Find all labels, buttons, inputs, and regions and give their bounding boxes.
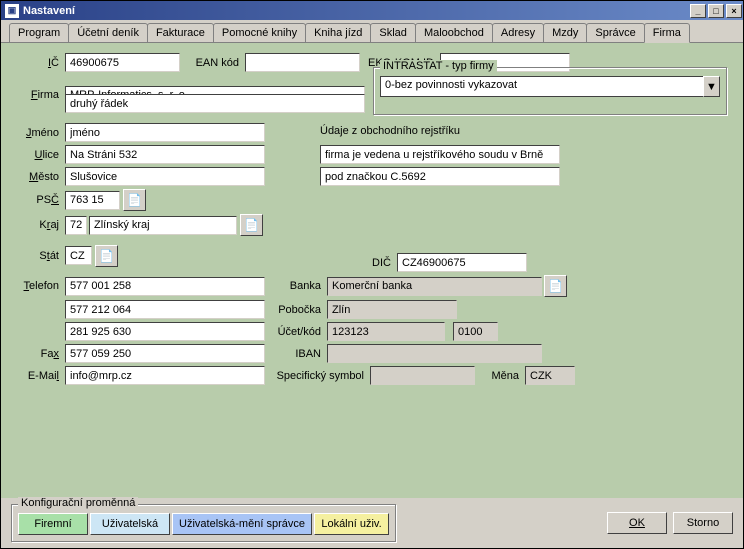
- titlebar: ▣ Nastavení _ □ ×: [1, 1, 743, 20]
- tab-spravce[interactable]: Správce: [586, 23, 644, 43]
- obch2-input[interactable]: [320, 167, 560, 186]
- banka-lookup-button[interactable]: 📄: [544, 275, 567, 297]
- kraj-lookup-button[interactable]: 📄: [240, 214, 263, 236]
- email-input[interactable]: [65, 366, 265, 385]
- fax-input[interactable]: [65, 344, 265, 363]
- pobocka-input[interactable]: [327, 300, 457, 319]
- tel2-input[interactable]: [65, 300, 265, 319]
- lokalni-button[interactable]: Lokální uživ.: [314, 513, 389, 535]
- label-stat: Stát: [15, 250, 65, 262]
- label-ean: EAN kód: [180, 57, 245, 69]
- label-ulice: Ulice: [15, 149, 65, 161]
- kraj-input[interactable]: [89, 216, 237, 235]
- dic-input[interactable]: [397, 253, 527, 272]
- uzivatelska-button[interactable]: Uživatelská: [90, 513, 170, 535]
- ucet-input[interactable]: [327, 322, 445, 341]
- psc-input[interactable]: [65, 191, 120, 210]
- dropdown-icon[interactable]: ▼: [703, 76, 720, 97]
- jmeno-input[interactable]: [65, 123, 265, 142]
- intrastat-value: 0-bez povinnosti vykazovat: [380, 76, 703, 97]
- maximize-button[interactable]: □: [708, 4, 724, 18]
- ucet-kod-input[interactable]: [453, 322, 498, 341]
- app-icon: ▣: [5, 4, 19, 18]
- tab-pomocne-knihy[interactable]: Pomocné knihy: [213, 23, 306, 43]
- tab-ucetni-denik[interactable]: Účetní deník: [68, 23, 148, 43]
- banka-input[interactable]: [327, 277, 542, 296]
- tab-program[interactable]: Program: [9, 23, 69, 43]
- label-iban: IBAN: [265, 348, 327, 360]
- firemni-button[interactable]: Firemní: [18, 513, 88, 535]
- mesto-input[interactable]: [65, 167, 265, 186]
- label-email: E-Mail: [15, 370, 65, 382]
- label-dic: DIČ: [337, 257, 397, 269]
- tab-sklad[interactable]: Sklad: [370, 23, 416, 43]
- storno-button[interactable]: Storno: [673, 512, 733, 534]
- label-mena: Měna: [475, 370, 525, 382]
- settings-window: ▣ Nastavení _ □ × Program Účetní deník F…: [0, 0, 744, 549]
- stat-input[interactable]: [65, 246, 92, 265]
- label-ic: IČ: [15, 57, 65, 69]
- tel3-input[interactable]: [65, 322, 265, 341]
- mena-input[interactable]: [525, 366, 575, 385]
- label-kraj: Kraj: [15, 219, 65, 231]
- iban-input[interactable]: [327, 344, 542, 363]
- minimize-button[interactable]: _: [690, 4, 706, 18]
- label-banka: Banka: [265, 280, 327, 292]
- tel1-input[interactable]: [65, 277, 265, 296]
- tab-adresy[interactable]: Adresy: [492, 23, 544, 43]
- label-jmeno: Jméno: [15, 127, 65, 139]
- firma2-input[interactable]: [65, 94, 365, 113]
- label-ucet: Účet/kód: [265, 326, 327, 338]
- label-psc: PSČ: [15, 194, 65, 206]
- label-telefon: Telefon: [15, 280, 65, 292]
- specsym-input[interactable]: [370, 366, 475, 385]
- label-fax: Fax: [15, 348, 65, 360]
- ean-input[interactable]: [245, 53, 360, 72]
- ok-button[interactable]: OK: [607, 512, 667, 534]
- tab-fakturace[interactable]: Fakturace: [147, 23, 214, 43]
- tab-maloobchod[interactable]: Maloobchod: [415, 23, 493, 43]
- intrastat-select[interactable]: 0-bez povinnosti vykazovat ▼: [380, 76, 720, 97]
- label-mesto: Město: [15, 171, 65, 183]
- label-pobocka: Pobočka: [265, 304, 327, 316]
- bottom-bar: Konfigurační proměnná Firemní Uživatelsk…: [1, 498, 743, 548]
- label-specsym: Specifický symbol: [265, 370, 370, 382]
- window-title: Nastavení: [23, 5, 75, 17]
- config-var-legend: Konfigurační proměnná: [18, 497, 138, 509]
- label-firma: Firma: [15, 89, 65, 101]
- tab-bar: Program Účetní deník Fakturace Pomocné k…: [1, 20, 743, 43]
- psc-lookup-button[interactable]: 📄: [123, 189, 146, 211]
- tab-kniha-jizd[interactable]: Kniha jízd: [305, 23, 371, 43]
- label-obchodni-rejstrik: Údaje z obchodního rejstříku: [320, 125, 460, 137]
- stat-lookup-button[interactable]: 📄: [95, 245, 118, 267]
- tab-firma[interactable]: Firma: [644, 23, 690, 43]
- config-var-group: Konfigurační proměnná Firemní Uživatelsk…: [11, 504, 396, 542]
- label-intrastat: INTRASTAT - typ firmy: [380, 60, 497, 72]
- ic-input[interactable]: [65, 53, 180, 72]
- kraj-kod-input[interactable]: [65, 216, 87, 235]
- ulice-input[interactable]: [65, 145, 265, 164]
- close-button[interactable]: ×: [726, 4, 742, 18]
- tab-mzdy[interactable]: Mzdy: [543, 23, 587, 43]
- uzivatelska-spravce-button[interactable]: Uživatelská-mění správce: [172, 513, 312, 535]
- form-panel: IČ EAN kód EKO-KOM ID Firma INTRASTAT - …: [1, 43, 743, 498]
- obch1-input[interactable]: [320, 145, 560, 164]
